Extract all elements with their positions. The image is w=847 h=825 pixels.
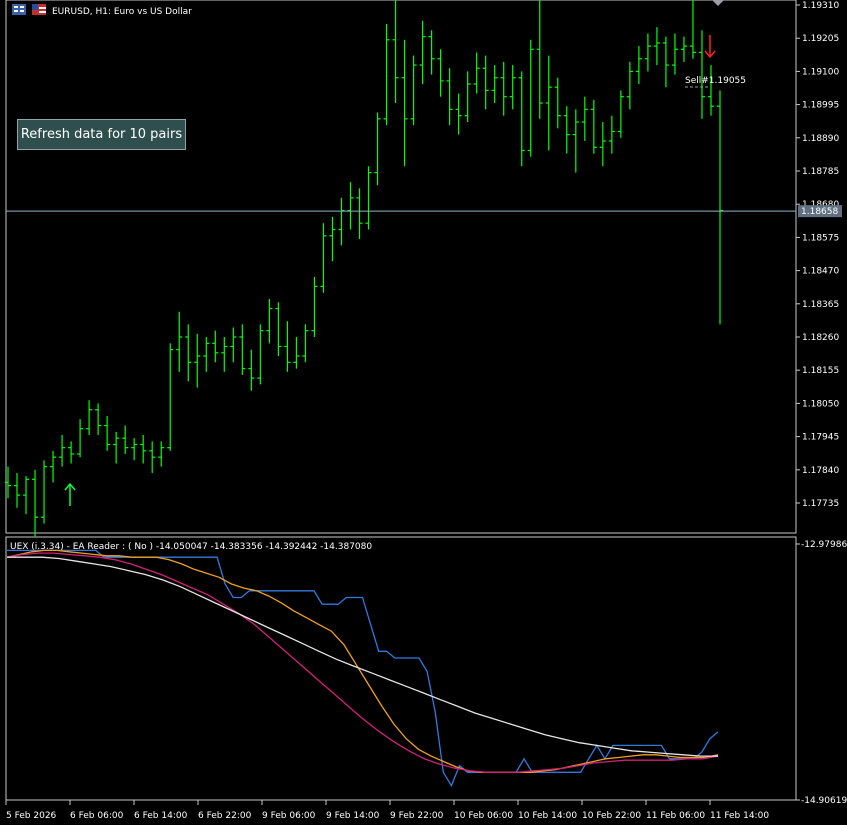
price-tick-label: 1.18050	[802, 399, 839, 409]
price-axis: 1.19310 1.19205 1.19100 1.18995 1.18890 1.187…	[796, 1, 839, 509]
price-tick-label: 1.19100	[802, 67, 839, 77]
price-tick-label: 1.17735	[802, 499, 839, 509]
current-price-tag: 1.18658	[801, 207, 838, 217]
price-tick-label: 1.18785	[802, 167, 839, 177]
price-tick-label: 1.19310	[802, 1, 839, 11]
time-tick-label: 9 Feb 14:00	[326, 811, 380, 821]
time-tick-label: 11 Feb 06:00	[646, 811, 705, 821]
time-tick-label: 5 Feb 2026	[6, 811, 57, 821]
price-tick-label: 1.18155	[802, 366, 839, 376]
price-tick-label: 1.18575	[802, 233, 839, 243]
main-price-panel[interactable]	[5, 0, 797, 534]
price-tick-label: 1.18365	[802, 300, 839, 310]
time-tick-label: 9 Feb 06:00	[262, 811, 316, 821]
price-tick-label: 1.19205	[802, 34, 839, 44]
time-tick-label: 10 Feb 22:00	[582, 811, 641, 821]
indicator-panel[interactable]	[5, 536, 797, 801]
refresh-data-button[interactable]: Refresh data for 10 pairs	[17, 119, 186, 150]
price-tick-label: 1.18890	[802, 134, 839, 144]
time-axis: 5 Feb 2026 6 Feb 06:00 6 Feb 14:00 6 Feb 22…	[5, 800, 769, 821]
time-tick-label: 6 Feb 06:00	[70, 811, 124, 821]
flag-icon	[32, 4, 46, 15]
time-tick-label: 10 Feb 14:00	[518, 811, 577, 821]
indicator-title: UEX (i.3.34) - EA Reader : ( No ) -14.05…	[10, 542, 372, 552]
indicator-tick-label: -14.906193	[801, 796, 847, 806]
price-tick-label: 1.17840	[802, 466, 839, 476]
time-tick-label: 10 Feb 06:00	[454, 811, 513, 821]
symbol-title: EURUSD, H1: Euro vs US Dollar	[52, 7, 192, 17]
time-tick-label: 6 Feb 14:00	[134, 811, 188, 821]
time-tick-label: 9 Feb 22:00	[390, 811, 444, 821]
indicator-tick-label: -12.97986	[801, 540, 847, 550]
time-tick-label: 11 Feb 14:00	[710, 811, 769, 821]
price-tick-label: 1.17945	[802, 433, 839, 443]
time-tick-label: 6 Feb 22:00	[198, 811, 252, 821]
price-tick-label: 1.18470	[802, 267, 839, 277]
price-tick-label: 1.18260	[802, 333, 839, 343]
indicator-axis: -12.97986 -14.906193	[796, 540, 847, 806]
trade-label[interactable]: Sell#1.19055	[685, 76, 746, 86]
grid-icon	[12, 4, 26, 15]
price-tick-label: 1.18995	[802, 101, 839, 111]
